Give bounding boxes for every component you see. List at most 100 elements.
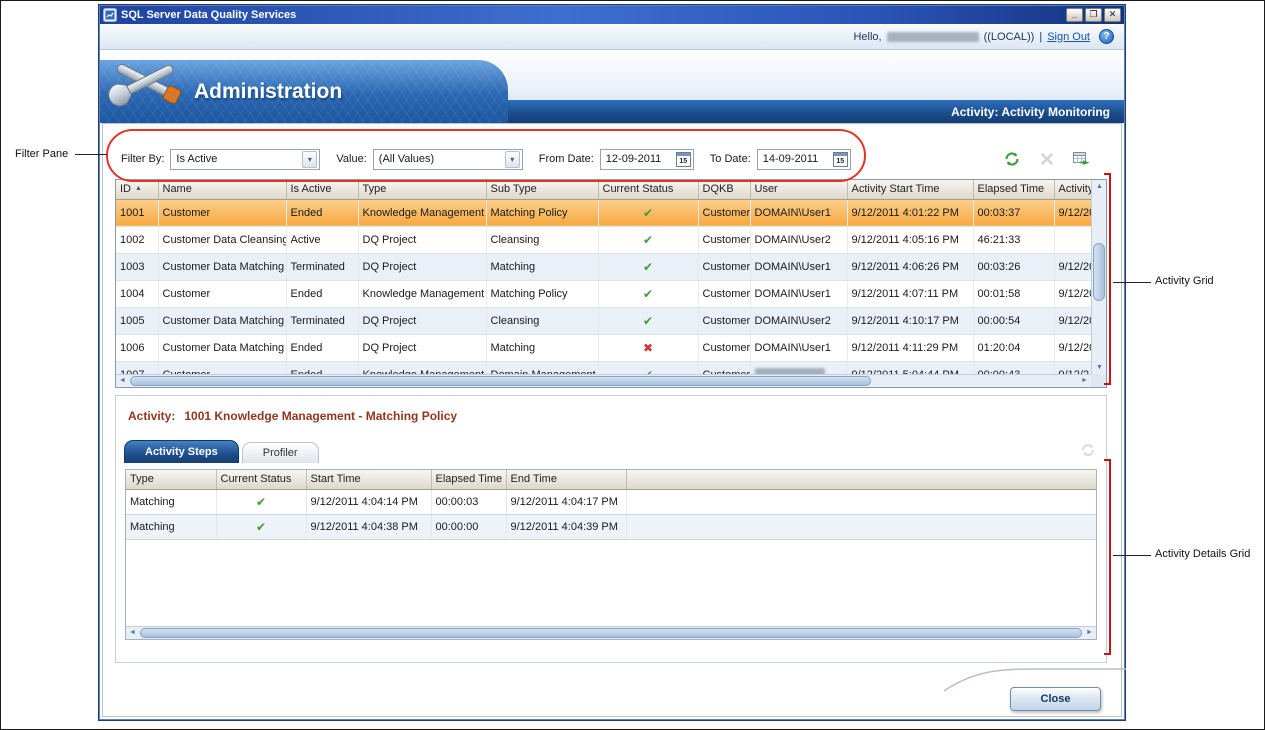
- title-bar[interactable]: SQL Server Data Quality Services _ ❐ ✕: [100, 6, 1124, 24]
- activity-grid-row[interactable]: 1003Customer Data MatchingTerminatedDQ P…: [116, 253, 1091, 280]
- scroll-left-icon[interactable]: ◄: [126, 627, 139, 639]
- cell-elapsed_time: 00:03:37: [973, 199, 1054, 226]
- help-icon[interactable]: ?: [1099, 29, 1114, 44]
- cell-id: 1004: [116, 280, 158, 307]
- minimize-button[interactable]: _: [1066, 8, 1083, 22]
- activity-grid-row[interactable]: 1006Customer Data MatchingEndedDQ Projec…: [116, 334, 1091, 361]
- cell-id: 1003: [116, 253, 158, 280]
- to-date-label: To Date:: [710, 153, 751, 165]
- scroll-right-icon[interactable]: ►: [1078, 375, 1091, 387]
- cell-elapsed_time: 00:01:58: [973, 280, 1054, 307]
- cell-sub_type: Matching Policy: [486, 280, 598, 307]
- activity-grid-row[interactable]: 1005Customer Data MatchingTerminatedDQ P…: [116, 307, 1091, 334]
- scroll-left-icon[interactable]: ◄: [116, 375, 129, 387]
- local-server-label: ((LOCAL)): [984, 31, 1035, 43]
- calendar-icon[interactable]: 15: [676, 152, 691, 167]
- status-success-icon: ✔: [643, 287, 653, 301]
- window-title: SQL Server Data Quality Services: [121, 9, 1060, 21]
- activity-grid-row[interactable]: 1001CustomerEndedKnowledge ManagementMat…: [116, 199, 1091, 226]
- column-header-user[interactable]: User: [750, 180, 847, 199]
- cell-user: DOMAIN\User2: [750, 307, 847, 334]
- column-header-elapsed-time[interactable]: Elapsed Time: [431, 470, 506, 489]
- cell-status: ✖: [598, 334, 698, 361]
- scroll-right-icon[interactable]: ►: [1083, 627, 1096, 639]
- column-header-start-time[interactable]: Start Time: [306, 470, 431, 489]
- cell-status: ✔: [216, 514, 306, 539]
- column-header-type[interactable]: Type: [126, 470, 216, 489]
- cell-type: DQ Project: [358, 334, 486, 361]
- horizontal-scrollbar[interactable]: ◄ ►: [116, 374, 1091, 387]
- cell-end_time: 9/12/20: [1054, 334, 1091, 361]
- scrollbar-thumb[interactable]: [140, 628, 1082, 638]
- column-header-dqkb[interactable]: DQKB: [698, 180, 750, 199]
- window-controls: _ ❐ ✕: [1064, 8, 1121, 22]
- cell-start_time: 9/12/2011 4:04:38 PM: [306, 514, 431, 539]
- sign-out-link[interactable]: Sign Out: [1047, 31, 1090, 43]
- session-bar: Hello, ((LOCAL)) | Sign Out ?: [100, 24, 1124, 50]
- activity-grid-row[interactable]: 1007CustomerEndedKnowledge ManagementDom…: [116, 361, 1091, 374]
- cell-status: ✔: [216, 489, 306, 514]
- column-header-end-time[interactable]: End Time: [506, 470, 626, 489]
- tab-activity-steps[interactable]: Activity Steps: [124, 440, 239, 463]
- cell-dqkb: Customer: [698, 334, 750, 361]
- cell-id: 1005: [116, 307, 158, 334]
- cell-type: Knowledge Management: [358, 361, 486, 374]
- cell-dqkb: Customer: [698, 199, 750, 226]
- column-header-elapsed-time[interactable]: Elapsed Time: [973, 180, 1054, 199]
- activity-details-grid-bracket: [1104, 459, 1111, 655]
- column-header-name[interactable]: Name: [158, 180, 286, 199]
- tab-profiler[interactable]: Profiler: [242, 442, 319, 463]
- column-header-current-status[interactable]: Current Status: [598, 180, 698, 199]
- calendar-icon[interactable]: 15: [833, 152, 848, 167]
- annotation-activity-details-grid: Activity Details Grid: [1155, 548, 1250, 560]
- column-header-sub-type[interactable]: Sub Type: [486, 180, 598, 199]
- details-title-label: Activity:: [128, 409, 175, 423]
- annotation-connector-line: [1113, 555, 1151, 556]
- tools-icon: [104, 46, 188, 121]
- activity-grid-bracket: [1104, 173, 1111, 385]
- cell-user: DOMAIN\User1: [750, 253, 847, 280]
- filter-by-selected-value: Is Active: [176, 153, 217, 165]
- activity-grid-table: ID▲NameIs ActiveTypeSub TypeCurrent Stat…: [116, 180, 1091, 374]
- cell-elapsed_time: 00:00:00: [431, 514, 506, 539]
- filter-by-select[interactable]: Is Active ▾: [170, 149, 320, 170]
- cell-name: Customer Data Matching: [158, 307, 286, 334]
- column-header-activity[interactable]: Activity: [1054, 180, 1091, 199]
- restore-button[interactable]: ❐: [1085, 8, 1102, 22]
- close-button[interactable]: Close: [1010, 687, 1101, 711]
- cell-user: DOMAIN\User2: [750, 226, 847, 253]
- horizontal-scrollbar[interactable]: ◄ ►: [126, 626, 1096, 639]
- grid-toolbar: [1001, 149, 1093, 169]
- cell-user: DOMAIN\User1: [750, 334, 847, 361]
- refresh-icon[interactable]: [1001, 149, 1023, 169]
- cell-name: Customer Data Cleansing: [158, 226, 286, 253]
- redacted-username: [887, 32, 979, 42]
- close-window-button[interactable]: ✕: [1104, 8, 1121, 22]
- column-header-activity-start-time[interactable]: Activity Start Time: [847, 180, 973, 199]
- column-header-type[interactable]: Type: [358, 180, 486, 199]
- scrollbar-thumb[interactable]: [130, 376, 871, 386]
- chevron-down-icon: ▾: [302, 151, 317, 168]
- export-icon[interactable]: [1071, 149, 1093, 169]
- details-refresh-icon: [1080, 442, 1096, 463]
- details-grid-row[interactable]: Matching✔9/12/2011 4:04:38 PM00:00:009/1…: [126, 514, 1096, 539]
- value-select[interactable]: (All Values) ▾: [373, 149, 523, 170]
- screenshot-canvas: Filter Pane Activity Grid Activity Detai…: [0, 0, 1265, 730]
- activity-grid-row[interactable]: 1004CustomerEndedKnowledge ManagementMat…: [116, 280, 1091, 307]
- cell-end_time: 9/12/20: [1054, 253, 1091, 280]
- to-date-value: 14-09-2011: [763, 153, 818, 165]
- hello-label: Hello,: [853, 31, 881, 43]
- cell-dqkb: Customer: [698, 280, 750, 307]
- cell-name: Customer Data Matching: [158, 253, 286, 280]
- activity-grid-row[interactable]: 1002Customer Data CleansingActiveDQ Proj…: [116, 226, 1091, 253]
- column-header-current-status[interactable]: Current Status: [216, 470, 306, 489]
- to-date-input[interactable]: 14-09-2011 15: [757, 149, 851, 170]
- activity-grid-body: 1001CustomerEndedKnowledge ManagementMat…: [116, 199, 1091, 374]
- column-header-is-active[interactable]: Is Active: [286, 180, 358, 199]
- activity-grid: ID▲NameIs ActiveTypeSub TypeCurrent Stat…: [115, 179, 1107, 388]
- cell-end_time: 9/12/20: [1054, 199, 1091, 226]
- column-header-id[interactable]: ID▲: [116, 180, 158, 199]
- from-date-input[interactable]: 12-09-2011 15: [600, 149, 694, 170]
- details-grid-row[interactable]: Matching✔9/12/2011 4:04:14 PM00:00:039/1…: [126, 489, 1096, 514]
- status-error-icon: ✖: [643, 341, 653, 355]
